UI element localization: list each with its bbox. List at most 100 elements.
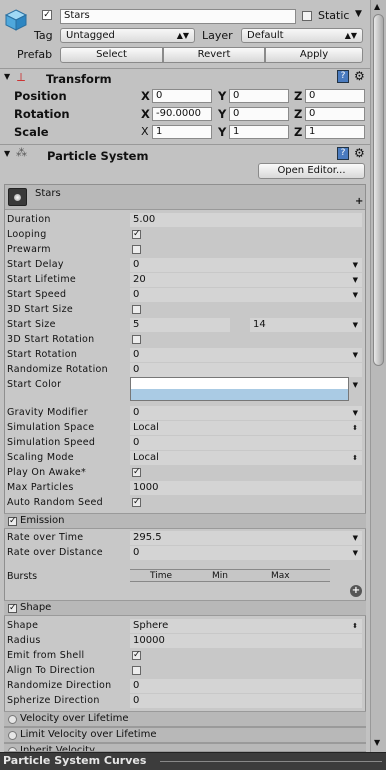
scroll-up-arrow-icon[interactable]: ▲ [374,2,380,11]
rate-over-time-field[interactable]: 295.5 [130,531,362,545]
shape-enabled-checkbox[interactable]: ✓ [8,604,17,613]
help-book-icon[interactable]: ? [337,147,349,160]
rotation-x-field[interactable]: -90.0000 [152,107,212,121]
scale-z-field[interactable]: 1 [305,125,365,139]
limit-velocity-over-lifetime-module-header[interactable]: Limit Velocity over Lifetime [4,727,366,743]
3d-start-rotation-row[interactable]: 3D Start Rotation [0,333,366,348]
auto-random-seed-checkbox[interactable]: ✓ [132,498,141,507]
max-particles-field[interactable]: 1000 [130,481,362,495]
dropdown-arrow-icon[interactable]: ⬍ [352,421,358,435]
scrollbar-thumb[interactable] [373,14,384,366]
rotation-y-field[interactable]: 0 [229,107,289,121]
play-on-awake-row[interactable]: Play On Awake* ✓ [0,466,366,481]
static-dropdown-icon[interactable]: ▼ [355,9,362,19]
start-size-row[interactable]: Start Size 5 14 ▼ [0,318,366,333]
gravity-modifier-field[interactable]: 0 [130,406,362,420]
gravity-modifier-row[interactable]: Gravity Modifier 0 ▼ [0,406,366,421]
dropdown-arrow-icon[interactable]: ▼ [353,273,358,287]
duration-field[interactable]: 5.00 [130,213,362,227]
object-name-input[interactable]: Stars [60,9,296,24]
radius-row[interactable]: Radius 10000 [0,634,366,649]
position-z-field[interactable]: 0 [305,89,365,103]
foldout-arrow-icon[interactable]: ▼ [4,149,10,158]
spherize-direction-row[interactable]: Spherize Direction 0 [0,694,366,709]
randomize-rotation-row[interactable]: Randomize Rotation 0 [0,363,366,378]
dropdown-arrow-icon[interactable]: ▼ [353,348,358,362]
3d-start-rotation-checkbox[interactable] [132,335,141,344]
3d-start-size-checkbox[interactable] [132,305,141,314]
rate-over-time-row[interactable]: Rate over Time 295.5 ▼ [0,531,366,546]
inherit-velocity-module-header[interactable]: Inherit Velocity [4,743,366,752]
start-delay-row[interactable]: Start Delay 0 ▼ [0,258,366,273]
rate-over-distance-field[interactable]: 0 [130,546,362,560]
foldout-arrow-icon[interactable]: ▼ [4,72,10,81]
start-speed-row[interactable]: Start Speed 0 ▼ [0,288,366,303]
dropdown-arrow-icon[interactable]: ⬍ [352,451,358,465]
module-toggle-icon[interactable] [8,715,17,724]
start-lifetime-field[interactable]: 20 [130,273,362,287]
gear-icon[interactable]: ⚙ [354,69,365,83]
open-editor-button[interactable]: Open Editor... [258,163,365,179]
start-lifetime-row[interactable]: Start Lifetime 20 ▼ [0,273,366,288]
scaling-mode-row[interactable]: Scaling Mode Local ⬍ [0,451,366,466]
start-rotation-row[interactable]: Start Rotation 0 ▼ [0,348,366,363]
add-burst-button[interactable]: + [350,585,362,597]
velocity-over-lifetime-module-header[interactable]: Velocity over Lifetime [4,711,366,727]
module-toggle-icon[interactable] [8,731,17,740]
3d-start-size-row[interactable]: 3D Start Size [0,303,366,318]
play-on-awake-checkbox[interactable]: ✓ [132,468,141,477]
emit-from-shell-row[interactable]: Emit from Shell ✓ [0,649,366,664]
static-checkbox[interactable] [302,11,312,21]
emit-from-shell-checkbox[interactable]: ✓ [132,651,141,660]
simulation-speed-row[interactable]: Simulation Speed 0 [0,436,366,451]
particle-system-header[interactable]: ▼ ⁂ Particle System ? ⚙ [0,144,370,163]
active-checkbox[interactable]: ✓ [42,10,52,20]
start-rotation-field[interactable]: 0 [130,348,362,362]
duration-row[interactable]: Duration 5.00 [0,213,366,228]
emission-module-header[interactable]: ✓ Emission [4,513,366,529]
prefab-revert-button[interactable]: Revert [163,47,265,63]
dropdown-arrow-icon[interactable]: ▼ [353,288,358,302]
scroll-down-arrow-icon[interactable]: ▼ [374,738,380,747]
start-color-row[interactable]: Start Color ▼ [0,377,366,401]
rate-over-distance-row[interactable]: Rate over Distance 0 ▼ [0,546,366,561]
curves-panel-bar[interactable]: Particle System Curves [0,752,386,770]
start-color-swatch[interactable] [130,377,349,401]
radius-field[interactable]: 10000 [130,634,362,648]
randomize-direction-row[interactable]: Randomize Direction 0 [0,679,366,694]
dropdown-arrow-icon[interactable]: ▼ [353,318,358,332]
prewarm-checkbox[interactable] [132,245,141,254]
max-particles-row[interactable]: Max Particles 1000 [0,481,366,496]
rotation-z-field[interactable]: 0 [305,107,365,121]
prefab-apply-button[interactable]: Apply [265,47,363,63]
align-to-direction-row[interactable]: Align To Direction [0,664,366,679]
dropdown-arrow-icon[interactable]: ▼ [353,546,358,560]
position-y-field[interactable]: 0 [229,89,289,103]
position-x-field[interactable]: 0 [152,89,212,103]
system-header-bar[interactable]: Stars + [5,185,365,210]
align-to-direction-checkbox[interactable] [132,666,141,675]
randomize-direction-field[interactable]: 0 [130,679,362,693]
simulation-space-field[interactable]: Local [130,421,362,435]
start-size-max-field[interactable]: 14 [250,318,362,332]
start-speed-field[interactable]: 0 [130,288,362,302]
simulation-space-row[interactable]: Simulation Space Local ⬍ [0,421,366,436]
gear-icon[interactable]: ⚙ [354,146,365,160]
emission-enabled-checkbox[interactable]: ✓ [8,517,17,526]
scaling-mode-field[interactable]: Local [130,451,362,465]
dropdown-arrow-icon[interactable]: ▼ [353,531,358,545]
dropdown-arrow-icon[interactable]: ▼ [353,258,358,272]
start-size-field[interactable]: 5 [130,318,230,332]
prewarm-row[interactable]: Prewarm [0,243,366,258]
prefab-select-button[interactable]: Select [60,47,163,63]
start-delay-field[interactable]: 0 [130,258,362,272]
looping-row[interactable]: Looping ✓ [0,228,366,243]
randomize-rotation-field[interactable]: 0 [130,363,362,377]
scale-y-field[interactable]: 1 [229,125,289,139]
shape-row[interactable]: Shape Sphere ⬍ [0,619,366,634]
shape-field[interactable]: Sphere [130,619,362,633]
dropdown-arrow-icon[interactable]: ⬍ [352,619,358,633]
help-book-icon[interactable]: ? [337,70,349,83]
tag-dropdown[interactable]: Untagged ▲▼ [60,28,195,43]
auto-random-seed-row[interactable]: Auto Random Seed ✓ [0,496,366,511]
